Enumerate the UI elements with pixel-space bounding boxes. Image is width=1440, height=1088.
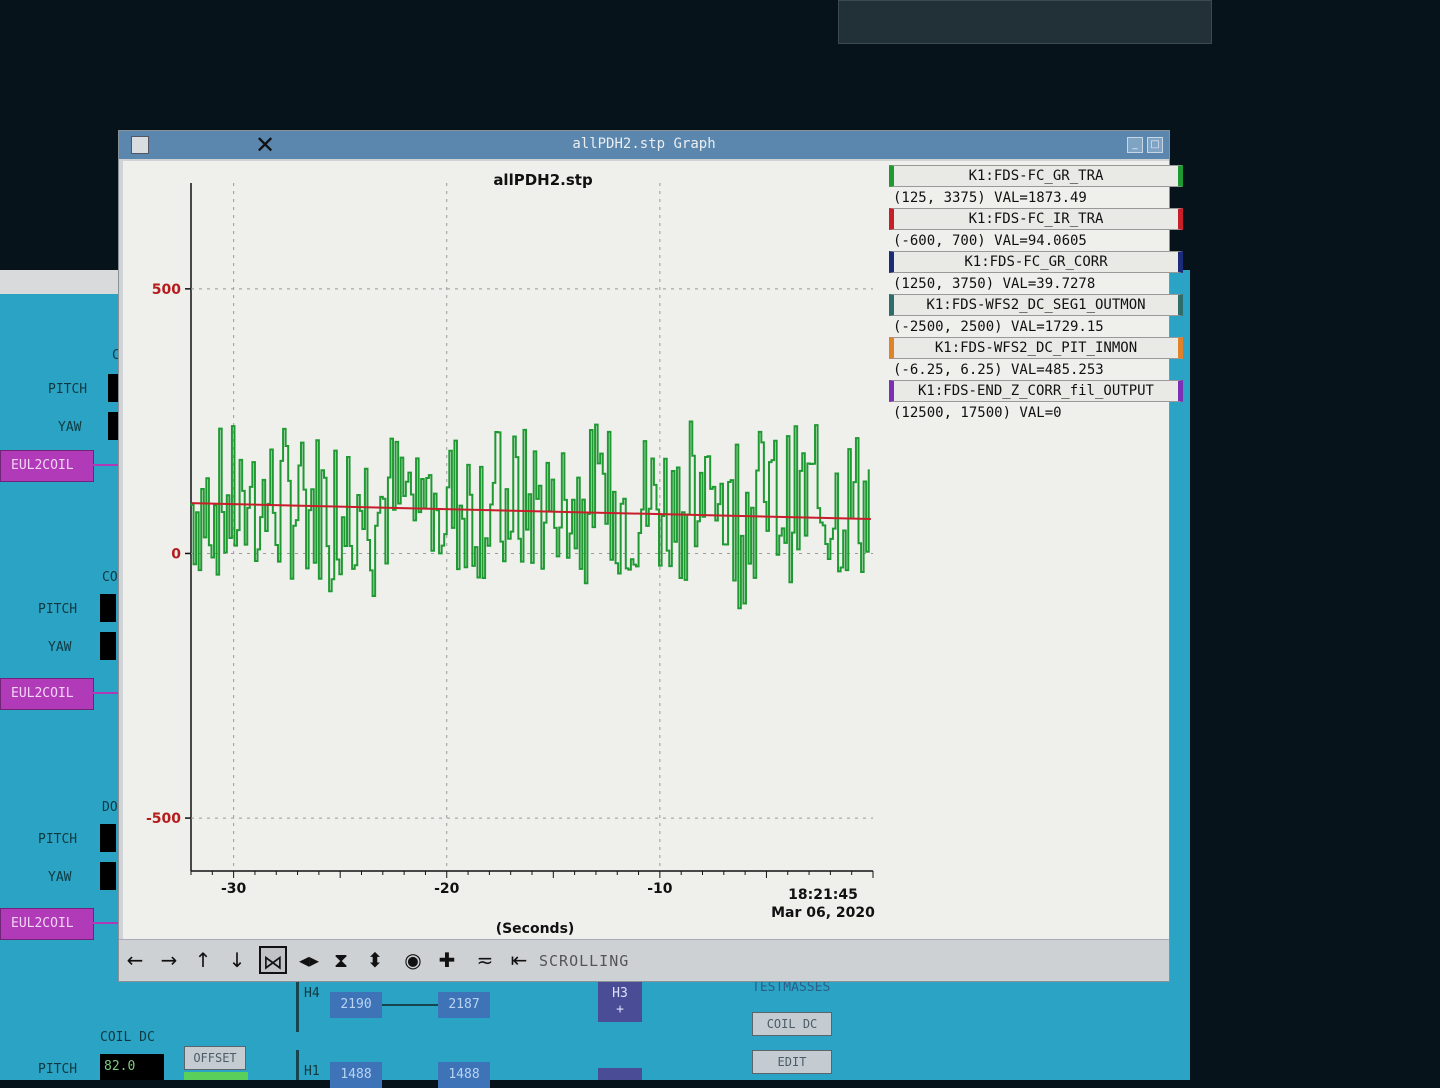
yaw-label: YAW — [58, 420, 82, 435]
testmasses-label: TESTMASSES — [752, 980, 831, 995]
y-tick-label: 0 — [171, 546, 181, 562]
coil-dc-button[interactable]: COIL DC — [752, 1012, 832, 1036]
legend-range-value: (12500, 17500) VAL=0 — [893, 405, 1062, 421]
pitch-label: PITCH — [38, 832, 78, 847]
zoom-y-in-icon[interactable]: ⧗ — [327, 946, 355, 974]
eul2coil-button[interactable]: EUL2COIL — [0, 678, 94, 710]
time-label: 18:21:45 — [788, 887, 858, 903]
scrolling-label: SCROLLING — [539, 952, 630, 970]
diagram-line — [296, 1050, 299, 1080]
offset-indicator — [184, 1072, 248, 1080]
background-window-top — [838, 0, 1212, 44]
legend-entry[interactable]: K1:FDS-FC_IR_TRA (-600, 700) VAL=94.0605 — [889, 208, 1183, 252]
pitch-label: PITCH — [38, 602, 78, 617]
maximize-icon[interactable]: □ — [1147, 137, 1163, 153]
plus-icon[interactable]: ✚ — [433, 946, 461, 974]
eul2coil-button[interactable]: EUL2COIL — [0, 908, 94, 940]
legend-panel: K1:FDS-FC_GR_TRA (125, 3375) VAL=1873.49 K… — [889, 161, 1183, 939]
yaw-label: YAW — [48, 640, 72, 655]
diagram-line — [382, 1004, 438, 1006]
h1-value-left: 1488 — [330, 1062, 382, 1088]
coil-dc-pitch-value: 82.0 — [100, 1054, 164, 1080]
x-tick-labels: -30 -20 -10 — [190, 871, 874, 897]
legend-signal-name[interactable]: K1:FDS-FC_IR_TRA — [889, 208, 1183, 230]
h4-node — [598, 1068, 642, 1080]
h1-label: H1 — [304, 1064, 320, 1079]
y-tick-label: -500 — [146, 811, 181, 827]
y-tick-label: 500 — [152, 282, 181, 298]
h3-sub-label: + — [616, 1002, 624, 1017]
h1-value-right: 1488 — [438, 1062, 490, 1088]
legend-entry[interactable]: K1:FDS-WFS2_DC_PIT_INMON (-6.25, 6.25) VA… — [889, 337, 1183, 381]
medm-section-label: CO — [102, 570, 118, 585]
legend-entry[interactable]: K1:FDS-FC_GR_TRA (125, 3375) VAL=1873.49 — [889, 165, 1183, 209]
legend-range-value: (1250, 3750) VAL=39.7278 — [893, 276, 1096, 292]
pitch-value — [100, 824, 116, 852]
legend-signal-name[interactable]: K1:FDS-WFS2_DC_SEG1_OUTMON — [889, 294, 1183, 316]
yaw-value — [100, 862, 116, 890]
strip-chart: allPDH2.stp 5000-500 -30 -20 -10 18:21:45 … — [146, 171, 875, 937]
h4-value-right: 2187 — [438, 992, 490, 1018]
x-tick-label: -30 — [221, 881, 247, 897]
legend-range-value: (-600, 700) VAL=94.0605 — [893, 233, 1087, 249]
legend-entry[interactable]: K1:FDS-END_Z_CORR_fil_OUTPUT (12500, 1750… — [889, 380, 1183, 424]
legend-signal-name[interactable]: K1:FDS-WFS2_DC_PIT_INMON — [889, 337, 1183, 359]
legend-entry[interactable]: K1:FDS-WFS2_DC_SEG1_OUTMON (-2500, 2500) … — [889, 294, 1183, 338]
offset-button[interactable]: OFFSET — [184, 1046, 246, 1070]
h4-label: H4 — [304, 986, 320, 1001]
x-tick-label: -20 — [434, 881, 460, 897]
plot-area[interactable]: allPDH2.stp 500 0 -500 -30 -20 -10 18:21:45 … — [123, 161, 889, 939]
pan-right-icon[interactable]: → — [155, 946, 183, 974]
medm-section-label: DO — [102, 800, 118, 815]
pan-left-icon[interactable]: ← — [121, 946, 149, 974]
coil-dc-label: COIL DC — [100, 1030, 155, 1045]
diagram-line — [296, 980, 299, 1032]
series-line-gr-tra — [190, 420, 870, 610]
eul2coil-button[interactable]: EUL2COIL — [0, 450, 94, 482]
h3-label: H3 — [612, 986, 628, 1001]
yaw-label: YAW — [48, 870, 72, 885]
h4-value-left: 2190 — [330, 992, 382, 1018]
x-axis-label: (Seconds) — [496, 921, 575, 937]
legend-range-value: (-6.25, 6.25) VAL=485.253 — [893, 362, 1104, 378]
autoscale-icon[interactable]: ≂ — [471, 946, 499, 974]
legend-range-value: (-2500, 2500) VAL=1729.15 — [893, 319, 1104, 335]
legend-signal-name[interactable]: K1:FDS-END_Z_CORR_fil_OUTPUT — [889, 380, 1183, 402]
window-title: allPDH2.stp Graph — [572, 136, 716, 152]
minimize-icon[interactable]: _ — [1127, 137, 1143, 153]
legend-signal-name[interactable]: K1:FDS-FC_GR_CORR — [889, 251, 1183, 273]
date-label: Mar 06, 2020 — [771, 905, 875, 921]
x-tick-label: -10 — [647, 881, 673, 897]
y-tick-labels: 500 0 -500 — [146, 282, 191, 827]
pitch-value — [100, 594, 116, 622]
graph-window: ✕ allPDH2.stp Graph _ □ allPDH2.stp 500 0… — [118, 130, 1183, 982]
pan-down-icon[interactable]: ↓ — [223, 946, 251, 974]
circle-icon[interactable]: ◉ — [399, 946, 427, 974]
toolbar: ← → ↑ ↓ ⋈ ◂▸ ⧗ ⬍ ◉ ✚ ≂ ⇤ SCROLLING — [119, 939, 1169, 980]
series-group — [190, 420, 871, 610]
pan-up-icon[interactable]: ↑ — [189, 946, 217, 974]
scroll-end-icon[interactable]: ⇤ — [505, 946, 533, 974]
pitch-label: PITCH — [38, 1062, 78, 1077]
window-titlebar[interactable]: ✕ allPDH2.stp Graph _ □ — [119, 131, 1169, 159]
zoom-y-out-icon[interactable]: ⬍ — [361, 946, 389, 974]
legend-signal-name[interactable]: K1:FDS-FC_GR_TRA — [889, 165, 1183, 187]
zoom-x-out-icon[interactable]: ◂▸ — [295, 946, 323, 974]
plot-title: allPDH2.stp — [493, 171, 593, 189]
zoom-x-in-icon[interactable]: ⋈ — [259, 946, 287, 974]
yaw-value — [100, 632, 116, 660]
h3-node: H3 + — [598, 980, 642, 1022]
legend-range-value: (125, 3375) VAL=1873.49 — [893, 190, 1087, 206]
pitch-label: PITCH — [48, 382, 88, 397]
edit-button[interactable]: EDIT — [752, 1050, 832, 1074]
medm-titlebar — [0, 270, 128, 294]
legend-entry[interactable]: K1:FDS-FC_GR_CORR (1250, 3750) VAL=39.727… — [889, 251, 1183, 295]
